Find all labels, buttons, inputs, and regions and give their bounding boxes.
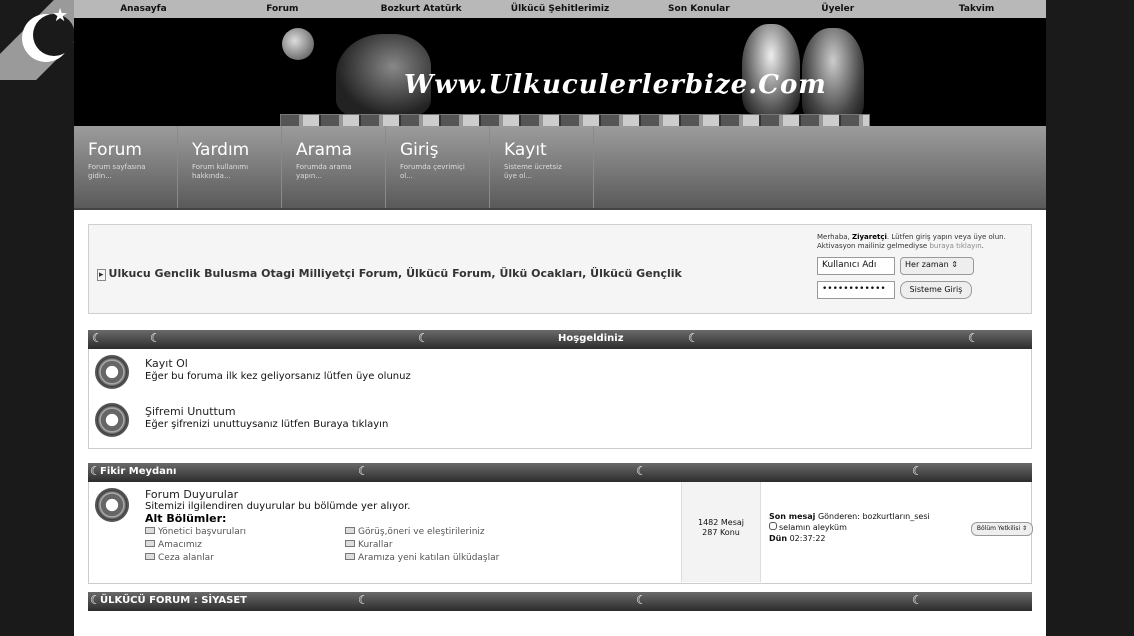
subforum-link[interactable]: Kurallar [345, 540, 545, 550]
crescent-icon: ☾ [92, 331, 103, 345]
forum-title[interactable]: Forum Duyurular [145, 488, 545, 501]
crescent-icon: ☾ [418, 331, 429, 345]
subforum-icon [345, 540, 355, 547]
topnav-members[interactable]: Üyeler [768, 4, 907, 14]
register-link[interactable]: Kayıt Ol [145, 357, 411, 370]
remember-select[interactable]: Her zaman ⇕ [900, 257, 974, 276]
page-wrapper: Anasayfa Forum Bozkurt Atatürk Ülkücü Şe… [74, 0, 1046, 636]
crescent-icon: ☾ [358, 593, 369, 607]
login-form: Merhaba, Ziyaretçi. Lütfen giriş yapın v… [817, 233, 1045, 300]
crescent-icon: ☾ [968, 331, 979, 345]
subforum-link[interactable]: Yönetici başvuruları [145, 527, 345, 537]
banner-title: Www.Ulkuculerlerbize.Com [404, 70, 827, 100]
crescent-icon: ☾ [150, 331, 161, 345]
category-title[interactable]: Fikir Meydanı [100, 466, 176, 477]
subforum-list: Yönetici başvuruları Görüş,öneri ve eleş… [145, 527, 545, 563]
topnav-home[interactable]: Anasayfa [74, 4, 213, 14]
forum-emblem-icon [95, 488, 129, 522]
welcome-section: Kayıt Ol Eğer bu foruma ilk kez geliyorsa… [88, 349, 1032, 449]
last-post-author[interactable]: bozkurtların_sesi [862, 512, 929, 521]
topnav-forum[interactable]: Forum [213, 4, 352, 14]
last-post: Son mesaj Gönderen: bozkurtların_sesi se… [769, 512, 930, 543]
last-post-topic[interactable]: selamın aleyküm [779, 523, 847, 532]
moon-image [282, 28, 314, 60]
moderators-select[interactable]: Bölüm Yetkilisi ⇕ [971, 522, 1033, 536]
portrait-image [742, 24, 800, 114]
topnav-calendar[interactable]: Takvim [907, 4, 1046, 14]
crescent-icon: ☾ [636, 464, 647, 478]
topnav-latest[interactable]: Son Konular [629, 4, 768, 14]
forum-emblem-icon [95, 403, 129, 437]
content: ▸ Ulkucu Genclik Bulusma Otagi Milliyetçi… [74, 210, 1046, 611]
flag-corner: ★ [0, 0, 80, 80]
crescent-icon: ☾ [636, 593, 647, 607]
welcome-header: ☾ ☾ ☾ Hoşgeldiniz ☾ ☾ [88, 330, 1032, 349]
chat-bubble-icon [769, 522, 777, 531]
nav-login[interactable]: Giriş Forumda çevrimiçi ol... [386, 126, 490, 208]
forum-stats: 1482 Mesaj 287 Konu [681, 482, 761, 582]
subforum-icon [345, 527, 355, 534]
welcome-title: Hoşgeldiniz [558, 333, 624, 344]
welcome-item-forgot: Şifremi Unuttum Eğer şifrenizi unuttuysan… [95, 403, 388, 437]
star-icon: ★ [52, 5, 69, 26]
category-header[interactable]: ☾ ÜLKÜCÜ FORUM : SİYASET ☾ ☾ ☾ [88, 592, 1032, 611]
subforum-icon [145, 540, 155, 547]
subforum-link[interactable]: Ceza alanlar [145, 553, 345, 563]
chevron-down-icon: ⇕ [951, 260, 958, 270]
topnav-martyrs[interactable]: Ülkücü Şehitlerimiz [491, 4, 630, 14]
category-header[interactable]: ☾ Fikir Meydanı ☾ ☾ ☾ [88, 463, 1032, 482]
welcome-item-register: Kayıt Ol Eğer bu foruma ilk kez geliyorsa… [95, 355, 411, 389]
username-field[interactable]: Kullanıcı Adı [817, 257, 895, 276]
login-box: ▸ Ulkucu Genclik Bulusma Otagi Milliyetçi… [88, 224, 1032, 314]
subforum-link[interactable]: Amacımız [145, 540, 345, 550]
subforum-link[interactable]: Görüş,öneri ve eleştirileriniz [345, 527, 545, 537]
arrow-icon: ▸ [97, 269, 106, 281]
header-banner: Www.Ulkuculerlerbize.Com [74, 18, 1046, 126]
nav-forum[interactable]: Forum Forum sayfasına gidin... [74, 126, 178, 208]
forum-emblem-icon [95, 355, 129, 389]
subforum-icon [345, 553, 355, 560]
password-field[interactable]: •••••••••••• [817, 281, 895, 300]
crescent-icon: ☾ [912, 464, 923, 478]
activation-link[interactable]: buraya tıklayın [929, 242, 981, 250]
category-title[interactable]: ÜLKÜCÜ FORUM : SİYASET [100, 595, 247, 606]
nav-help[interactable]: Yardım Forum kullanımı hakkında... [178, 126, 282, 208]
site-title: ▸ Ulkucu Genclik Bulusma Otagi Milliyetçi… [97, 267, 682, 281]
top-nav: Anasayfa Forum Bozkurt Atatürk Ülkücü Şe… [74, 0, 1046, 18]
forgot-password-link[interactable]: Şifremi Unuttum [145, 405, 388, 418]
nav-register[interactable]: Kayıt Sisteme ücretsiz üye ol... [490, 126, 594, 208]
crescent-icon: ☾ [688, 331, 699, 345]
crescent-icon: ☾ [912, 593, 923, 607]
login-button[interactable]: Sisteme Giriş [900, 281, 972, 300]
forum-row: Forum Duyurular Sitemizi ilgilendiren du… [88, 482, 1033, 584]
flag-strip [280, 114, 870, 126]
subforum-link[interactable]: Aramıza yeni katılan ülküdaşlar [345, 553, 545, 563]
nav-search[interactable]: Arama Forumda arama yapın... [282, 126, 386, 208]
subforum-icon [145, 527, 155, 534]
main-nav: Forum Forum sayfasına gidin... Yardım Foru… [74, 126, 1046, 210]
crescent-icon: ☾ [358, 464, 369, 478]
subforum-icon [145, 553, 155, 560]
topnav-bozkurt[interactable]: Bozkurt Atatürk [352, 4, 491, 14]
login-greeting: Merhaba, Ziyaretçi. Lütfen giriş yapın v… [817, 233, 1006, 251]
